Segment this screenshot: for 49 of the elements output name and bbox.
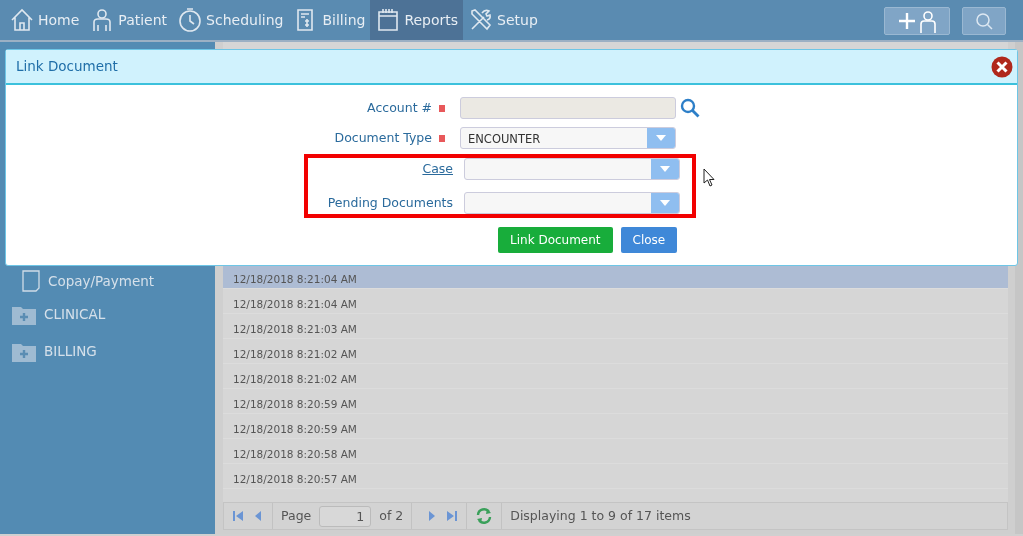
table-row[interactable]: 12/18/2018 8:21:02 AM xyxy=(223,364,1008,389)
case-link[interactable]: Case xyxy=(422,159,453,179)
mouse-cursor-icon xyxy=(703,168,716,187)
table-row[interactable]: 12/18/2018 8:20:57 AM xyxy=(223,464,1008,489)
nav-tab[interactable]: Billing xyxy=(288,0,371,40)
refresh-icon[interactable] xyxy=(475,507,494,525)
folder-plus-icon xyxy=(12,341,36,362)
close-button[interactable]: Close xyxy=(620,227,678,253)
folder-plus-icon xyxy=(12,304,36,325)
field-label: Document Type xyxy=(334,128,432,147)
search-icon xyxy=(975,12,993,30)
add-patient-button[interactable] xyxy=(884,7,950,35)
sidebar-item[interactable]: BILLING xyxy=(44,341,97,362)
dropdown-field[interactable] xyxy=(464,158,680,180)
table-row[interactable]: 12/18/2018 8:20:58 AM xyxy=(223,439,1008,464)
paging-summary: Displaying 1 to 9 of 17 items xyxy=(510,506,691,525)
house-icon xyxy=(9,7,35,33)
nav-tab[interactable]: Reports xyxy=(370,0,464,40)
last-page-icon[interactable] xyxy=(446,510,459,522)
first-page-icon[interactable] xyxy=(232,510,244,522)
document-icon xyxy=(22,270,40,292)
sidebar-item[interactable]: Copay/Payment xyxy=(48,270,155,292)
nav-tab[interactable]: Setup xyxy=(463,0,543,40)
table-row[interactable]: 12/18/2018 8:21:04 AM xyxy=(223,264,1008,289)
table-row[interactable]: 12/18/2018 8:21:03 AM xyxy=(223,314,1008,339)
dropdown-field[interactable] xyxy=(464,192,680,214)
caret-icon xyxy=(656,135,666,141)
close-icon[interactable] xyxy=(991,55,1013,78)
page-input[interactable]: 1 xyxy=(319,505,372,527)
nav-tab[interactable]: Scheduling xyxy=(172,0,289,40)
nav-tab[interactable]: Patient xyxy=(84,0,173,40)
search-icon[interactable] xyxy=(680,98,700,118)
field-label: Account # xyxy=(367,98,432,117)
page-label: Page xyxy=(281,506,312,525)
table-row[interactable]: 12/18/2018 8:20:59 AM xyxy=(223,389,1008,414)
field-label: Pending Documents xyxy=(327,193,453,212)
table-row[interactable]: 12/18/2018 8:21:04 AM xyxy=(223,289,1008,314)
table-row[interactable]: 12/18/2018 8:21:02 AM xyxy=(223,339,1008,364)
link-document-button[interactable]: Link Document xyxy=(498,227,613,253)
dialog-title: Link Document xyxy=(16,57,118,77)
clock-icon xyxy=(177,7,204,33)
page-count: of 2 xyxy=(379,506,404,525)
table-row[interactable]: 12/18/2018 8:20:59 AM xyxy=(223,414,1008,439)
nav-tab[interactable]: Home xyxy=(4,0,85,40)
search-button[interactable] xyxy=(962,7,1006,35)
caret-icon xyxy=(660,166,670,172)
sidebar-item[interactable]: CLINICAL xyxy=(44,304,106,325)
dropdown-field[interactable]: ENCOUNTER xyxy=(460,127,676,149)
caret-icon xyxy=(660,200,670,206)
